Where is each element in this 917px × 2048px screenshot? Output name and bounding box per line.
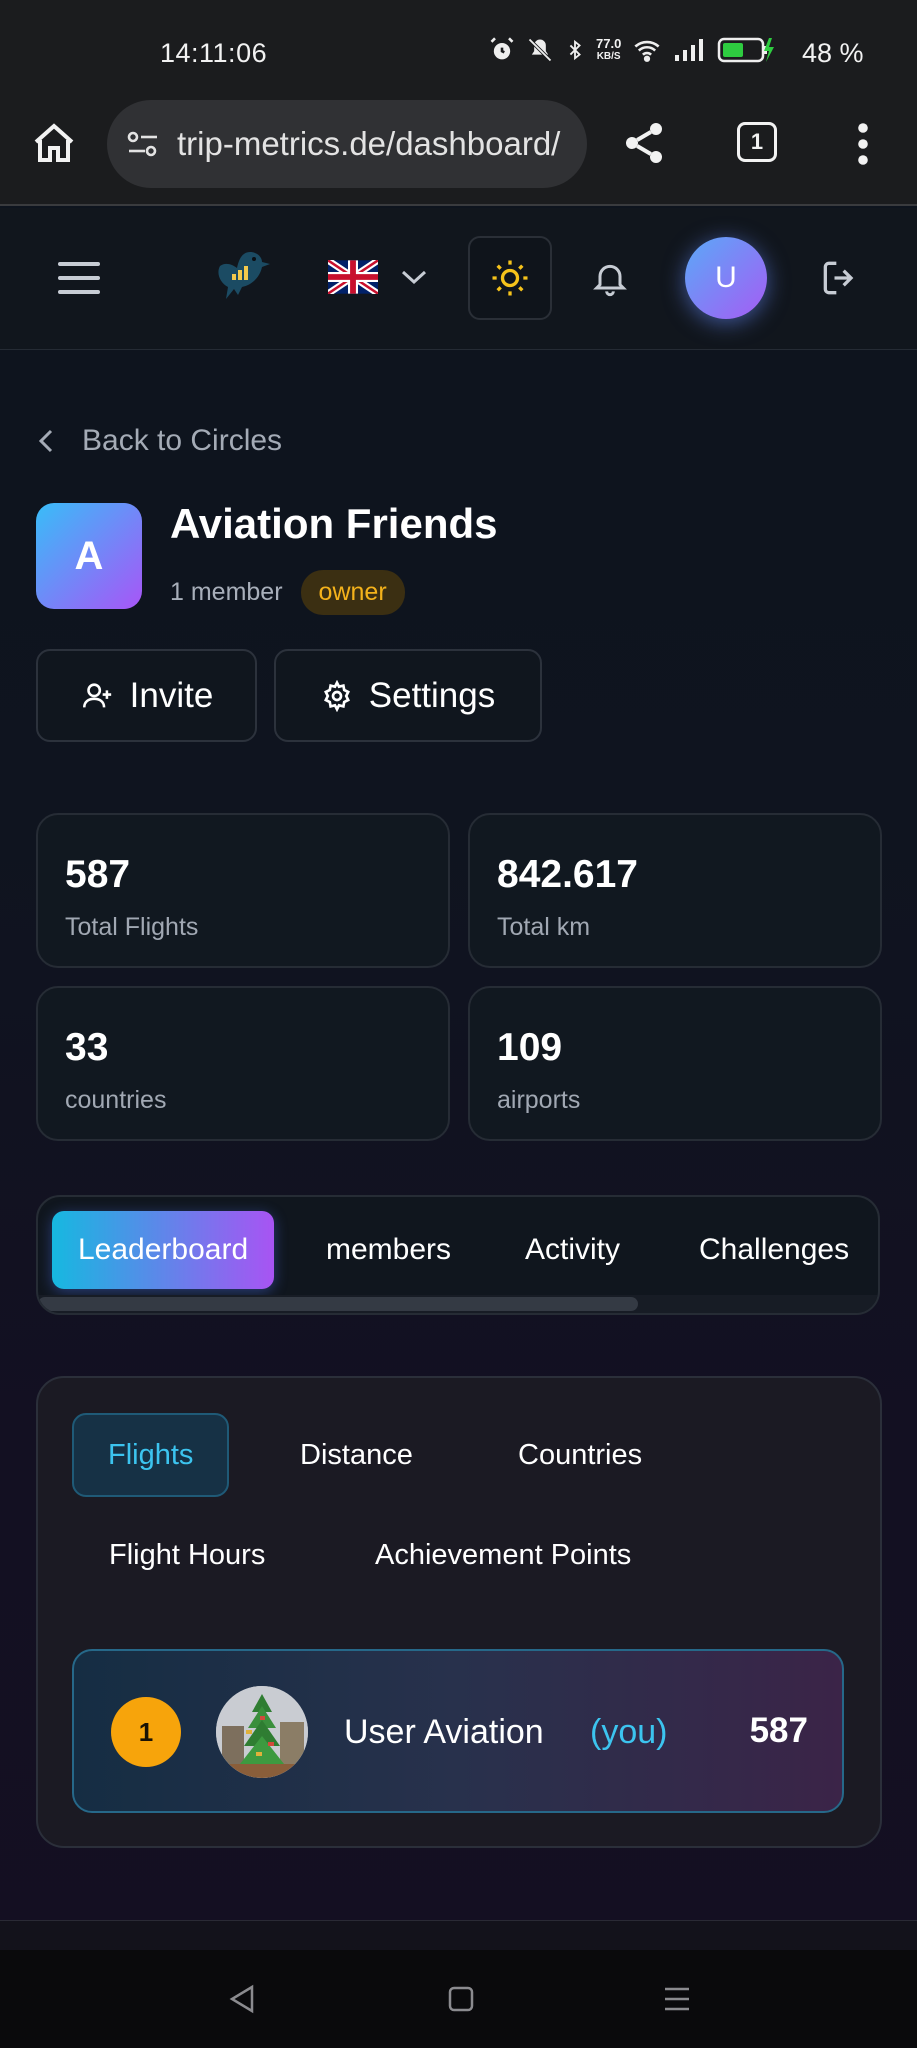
stat-card-airports: 109 airports (468, 986, 882, 1141)
recents-nav-icon[interactable] (662, 1984, 692, 2014)
stat-value: 587 (65, 853, 131, 896)
tab-leaderboard[interactable]: Leaderboard (52, 1211, 275, 1289)
circle-title: Aviation Friends (170, 500, 498, 547)
theme-toggle-button[interactable] (468, 236, 552, 320)
role-badge: owner (300, 570, 405, 615)
hamburger-menu-icon[interactable] (56, 258, 102, 298)
home-icon[interactable] (30, 120, 78, 168)
stat-value: 842.617 (497, 853, 638, 896)
stat-label: Total km (497, 913, 591, 941)
stat-value: 109 (497, 1026, 563, 1069)
bird-logo-icon[interactable] (210, 242, 274, 308)
battery-percent: 48 % (802, 38, 864, 68)
settings-button[interactable]: Settings (274, 649, 542, 742)
user-avatar-button[interactable]: U (685, 237, 767, 319)
system-nav-bar (0, 1950, 917, 2048)
mute-icon (528, 38, 552, 62)
logout-icon[interactable] (818, 256, 862, 300)
network-speed: 77.0 KB/S (596, 36, 622, 62)
bluetooth-icon (569, 39, 581, 61)
invite-button[interactable]: Invite (36, 649, 257, 742)
page-footer (0, 1920, 917, 1950)
circle-tabs: Leaderboard members Activity Challenges (36, 1195, 880, 1315)
share-icon[interactable] (620, 118, 668, 168)
back-nav-icon[interactable] (228, 1984, 256, 2014)
tab-switcher-button[interactable]: 1 (737, 122, 777, 162)
bell-icon[interactable] (590, 256, 630, 300)
uk-flag-icon[interactable] (328, 260, 378, 294)
circle-avatar: A (36, 503, 142, 609)
sun-icon (492, 260, 528, 296)
tab-challenges[interactable]: Challenges (699, 1211, 849, 1289)
chevron-left-icon (38, 429, 53, 453)
wifi-icon (634, 40, 660, 62)
stat-label: countries (65, 1086, 167, 1114)
battery-icon (718, 37, 775, 63)
site-settings-icon[interactable] (125, 128, 161, 160)
user-name: User Aviation (344, 1713, 544, 1751)
stat-value: 33 (65, 1026, 109, 1069)
stat-card-total-flights: 587 Total Flights (36, 813, 450, 968)
metric-flight-hours[interactable]: Flight Hours (109, 1513, 265, 1597)
tabs-scrollbar[interactable] (38, 1295, 878, 1313)
app-header (0, 208, 917, 350)
metric-distance[interactable]: Distance (300, 1413, 413, 1497)
stat-card-total-km: 842.617 Total km (468, 813, 882, 968)
back-to-circles-link[interactable]: Back to Circles (38, 424, 282, 458)
add-user-icon (82, 682, 111, 707)
url-text: trip-metrics.de/dashboard/ (177, 125, 561, 162)
more-menu-icon[interactable] (848, 120, 878, 168)
member-count: 1 member (170, 578, 283, 606)
back-label: Back to Circles (82, 424, 283, 457)
metric-achievement-points[interactable]: Achievement Points (375, 1513, 631, 1597)
address-bar[interactable]: trip-metrics.de/dashboard/ (107, 100, 587, 188)
signal-icon (675, 39, 704, 61)
you-tag: (you) (590, 1713, 668, 1751)
stat-label: airports (497, 1086, 581, 1114)
browser-toolbar: trip-metrics.de/dashboard/ 1 (0, 100, 917, 206)
alarm-icon (490, 37, 514, 60)
tabs-scroll-thumb[interactable] (38, 1297, 638, 1311)
avatar (216, 1686, 308, 1778)
metric-countries[interactable]: Countries (518, 1413, 642, 1497)
rank-badge: 1 (111, 1697, 181, 1767)
home-nav-icon[interactable] (447, 1984, 475, 2014)
status-icons: 77.0 KB/S (488, 36, 775, 64)
tab-members[interactable]: members (326, 1211, 451, 1289)
avatar-photo (216, 1686, 308, 1778)
metric-flights[interactable]: Flights (72, 1413, 230, 1497)
stat-label: Total Flights (65, 913, 199, 941)
stat-card-countries: 33 countries (36, 986, 450, 1141)
row-score: 587 (749, 1711, 808, 1750)
chevron-down-icon[interactable] (400, 268, 428, 286)
leaderboard-row[interactable]: 1 User Aviation (you) 587 (72, 1649, 844, 1813)
status-time: 14:11:06 (160, 38, 268, 68)
circle-meta: 1 member owner (170, 570, 405, 615)
status-bar: 14:11:06 77.0 KB/S 48 % (0, 0, 917, 100)
tab-activity[interactable]: Activity (525, 1211, 620, 1289)
gear-icon (323, 679, 350, 712)
